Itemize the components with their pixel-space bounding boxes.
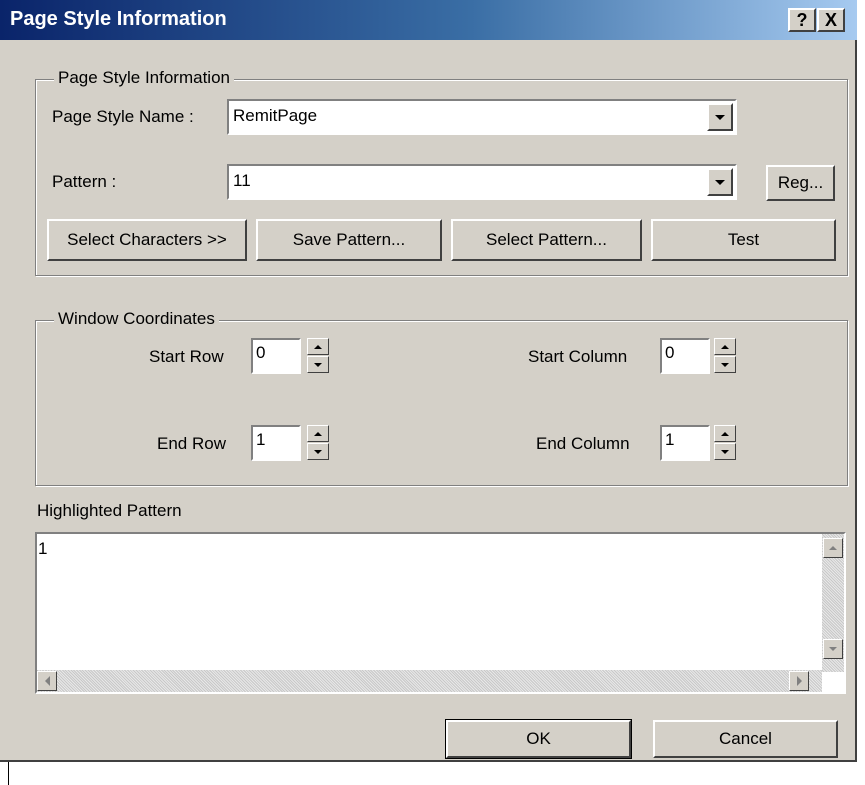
title-bar[interactable]: Page Style Information ? X — [0, 0, 857, 40]
end-row-decrement[interactable] — [307, 443, 329, 460]
end-row-spinner[interactable] — [307, 425, 329, 461]
select-pattern-button[interactable]: Select Pattern... — [451, 219, 642, 261]
start-column-decrement[interactable] — [714, 356, 736, 373]
close-button[interactable]: X — [817, 8, 845, 32]
highlighted-pattern-text: 1 — [38, 539, 48, 558]
start-row-spinner[interactable] — [307, 338, 329, 374]
test-button[interactable]: Test — [651, 219, 836, 261]
end-row-input[interactable]: 1 — [251, 425, 301, 461]
pattern-dropdown-button[interactable] — [707, 168, 733, 196]
page-style-name-combo[interactable]: RemitPage — [227, 99, 737, 135]
chevron-down-icon — [715, 115, 725, 120]
end-column-increment[interactable] — [714, 425, 736, 442]
cancel-button[interactable]: Cancel — [653, 720, 838, 758]
start-column-input[interactable]: 0 — [660, 338, 710, 374]
highlighted-pattern-textarea[interactable]: 1 — [35, 532, 846, 694]
scroll-down-button[interactable] — [823, 639, 843, 659]
window-coordinates-legend: Window Coordinates — [54, 309, 219, 329]
page-style-name-label: Page Style Name : — [52, 107, 194, 126]
start-row-decrement[interactable] — [307, 356, 329, 373]
arrow-down-icon — [721, 449, 729, 454]
start-row-increment[interactable] — [307, 338, 329, 355]
page-style-name-value: RemitPage — [233, 106, 318, 125]
help-button[interactable]: ? — [788, 8, 816, 32]
arrow-left-icon — [45, 676, 50, 686]
select-characters-button[interactable]: Select Characters >> — [47, 219, 247, 261]
page-style-dialog: Page Style Information ? X Page Style In… — [0, 0, 857, 762]
arrow-up-icon — [314, 344, 322, 349]
vertical-scrollbar[interactable] — [822, 534, 844, 672]
arrow-up-icon — [721, 431, 729, 436]
end-row-label: End Row — [157, 434, 226, 453]
highlighted-pattern-label: Highlighted Pattern — [37, 501, 182, 520]
horizontal-scrollbar[interactable] — [37, 670, 822, 692]
page-style-name-dropdown-button[interactable] — [707, 103, 733, 131]
arrow-up-icon — [314, 431, 322, 436]
end-column-spinner[interactable] — [714, 425, 736, 461]
arrow-down-icon — [829, 647, 837, 651]
window-title: Page Style Information — [10, 8, 227, 30]
pattern-label: Pattern : — [52, 172, 117, 191]
arrow-up-icon — [829, 546, 837, 550]
start-row-input[interactable]: 0 — [251, 338, 301, 374]
chevron-down-icon — [715, 180, 725, 185]
arrow-up-icon — [721, 344, 729, 349]
pattern-value: 11 — [233, 171, 251, 190]
reg-button[interactable]: Reg... — [766, 165, 835, 201]
pattern-combo[interactable]: 11 — [227, 164, 737, 200]
start-row-label: Start Row — [149, 347, 224, 366]
end-column-label: End Column — [536, 434, 630, 453]
scroll-right-button[interactable] — [789, 671, 809, 691]
arrow-right-icon — [797, 676, 802, 686]
scroll-up-button[interactable] — [823, 538, 843, 558]
start-column-increment[interactable] — [714, 338, 736, 355]
arrow-down-icon — [721, 362, 729, 367]
start-column-spinner[interactable] — [714, 338, 736, 374]
start-column-label: Start Column — [528, 347, 628, 366]
save-pattern-button[interactable]: Save Pattern... — [256, 219, 442, 261]
scroll-left-button[interactable] — [37, 671, 57, 691]
end-column-decrement[interactable] — [714, 443, 736, 460]
arrow-down-icon — [314, 449, 322, 454]
end-row-increment[interactable] — [307, 425, 329, 442]
arrow-down-icon — [314, 362, 322, 367]
page-style-group-legend: Page Style Information — [54, 68, 234, 88]
ok-button[interactable]: OK — [445, 719, 632, 759]
end-column-input[interactable]: 1 — [660, 425, 710, 461]
